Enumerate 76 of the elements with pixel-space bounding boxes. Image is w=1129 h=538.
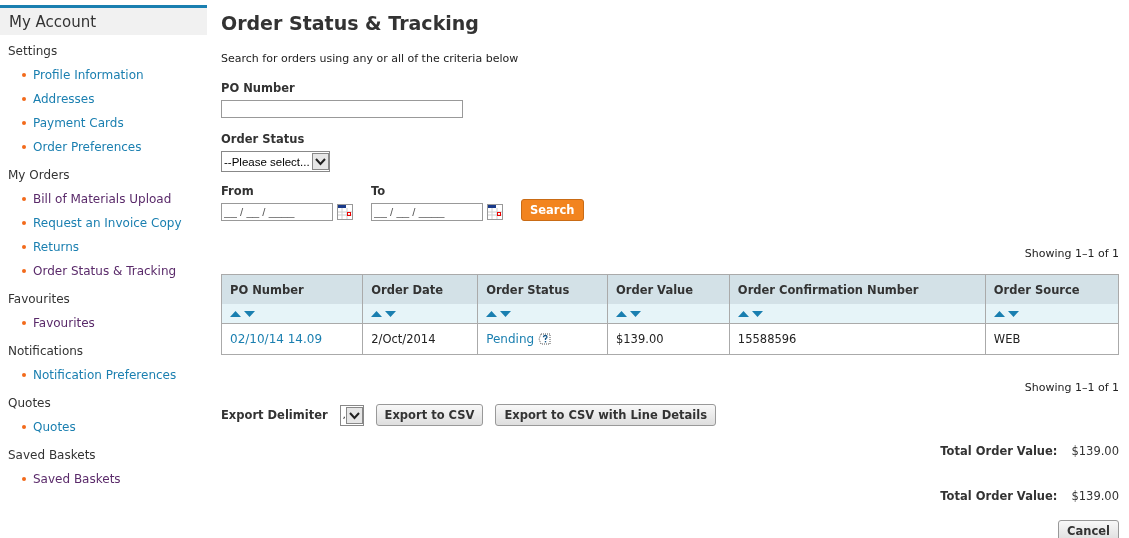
total-label: Total Order Value: (940, 489, 1058, 503)
section-heading: Settings (7, 43, 59, 60)
section-heading: Favourites (7, 291, 71, 308)
caret-icon (311, 153, 329, 170)
sidebar-title: My Account (0, 8, 207, 35)
section-heading: My Orders (7, 167, 71, 184)
column-header: Order Source (985, 274, 1119, 304)
sort-arrows-icon[interactable] (486, 310, 513, 318)
po-number-field[interactable] (221, 100, 463, 118)
bullet-icon (22, 221, 26, 225)
section-heading: Saved Baskets (7, 447, 97, 464)
table-cell: 2/Oct/2014 (362, 323, 478, 355)
sidebar-link[interactable]: Order Status & Tracking (33, 264, 177, 278)
column-header: Order Date (362, 274, 478, 304)
sidebar-link[interactable]: Favourites (33, 316, 95, 330)
column-header: PO Number (221, 274, 363, 304)
field-label: Order Status (221, 132, 306, 146)
calendar-icon[interactable] (337, 204, 353, 220)
export-csv-lines-button[interactable]: Export to CSV with Line Details (495, 404, 717, 426)
bullet-icon (22, 197, 26, 201)
po-number-link[interactable]: 02/10/14 14.09 (230, 332, 323, 346)
table-cell: $139.00 (607, 323, 730, 355)
sort-arrows-icon[interactable] (230, 310, 256, 318)
column-header: Order Status (477, 274, 608, 304)
sidebar-link[interactable]: Quotes (33, 420, 76, 434)
delimiter-select[interactable]: , (339, 404, 364, 426)
sort-arrows-icon[interactable] (993, 310, 1020, 318)
cancel-button[interactable]: Cancel (1058, 520, 1119, 538)
bullet-icon (22, 97, 26, 101)
sidebar-link[interactable]: Payment Cards (33, 116, 124, 130)
field-label: From (221, 184, 255, 198)
table-cell: 15588596 (729, 323, 986, 355)
status-link[interactable]: Pending (486, 332, 535, 346)
from-date-field[interactable]: __ / __ / ____ (221, 203, 333, 221)
calendar-icon[interactable] (487, 204, 503, 220)
bullet-icon (22, 245, 26, 249)
export-delimiter-label: Export Delimiter (221, 408, 328, 422)
sidebar-link[interactable]: Returns (33, 240, 80, 254)
total-value: $139.00 (1071, 444, 1119, 458)
order-status-select[interactable]: --Please select... (221, 151, 330, 172)
sort-arrows-icon[interactable] (615, 310, 642, 318)
sidebar-link[interactable]: Profile Information (33, 68, 144, 82)
sidebar-link[interactable]: Bill of Materials Upload (33, 192, 172, 206)
field-label: To (371, 184, 387, 198)
results-count: Showing 1–1 of 1 (1023, 247, 1119, 260)
sort-arrows-icon[interactable] (737, 310, 764, 318)
bullet-icon (22, 73, 26, 77)
total-value: $139.00 (1071, 489, 1119, 503)
results-count: Showing 1–1 of 1 (1023, 381, 1119, 394)
bullet-icon (22, 373, 26, 377)
table-cell: WEB (985, 323, 1119, 355)
bullet-icon (22, 321, 26, 325)
sidebar-link[interactable]: Saved Baskets (33, 472, 121, 486)
bullet-icon (22, 269, 26, 273)
search-button[interactable]: Search (521, 199, 584, 221)
to-date-field[interactable]: __ / __ / ____ (371, 203, 483, 221)
bullet-icon (22, 145, 26, 149)
intro-text: Search for orders using any or all of the criteria below (221, 52, 520, 65)
total-label: Total Order Value: (940, 444, 1058, 458)
sidebar-link[interactable]: Addresses (33, 92, 95, 106)
sort-arrows-icon[interactable] (371, 310, 398, 318)
sidebar-link[interactable]: Request an Invoice Copy (33, 216, 182, 230)
bullet-icon (22, 121, 26, 125)
export-csv-button[interactable]: Export to CSV (375, 404, 484, 426)
sidebar-link[interactable]: Notification Preferences (33, 368, 177, 382)
column-header: Order Confirmation Number (729, 274, 986, 304)
bullet-icon (22, 425, 26, 429)
section-heading: Notifications (7, 343, 85, 360)
bullet-icon (22, 477, 26, 481)
field-label: PO Number (221, 81, 296, 95)
caret-icon (345, 406, 363, 424)
page-title: Order Status & Tracking (221, 12, 480, 34)
section-heading: Quotes (7, 395, 52, 412)
sidebar-link[interactable]: Order Preferences (33, 140, 142, 154)
help-icon[interactable] (538, 333, 552, 345)
column-header: Order Value (607, 274, 730, 304)
